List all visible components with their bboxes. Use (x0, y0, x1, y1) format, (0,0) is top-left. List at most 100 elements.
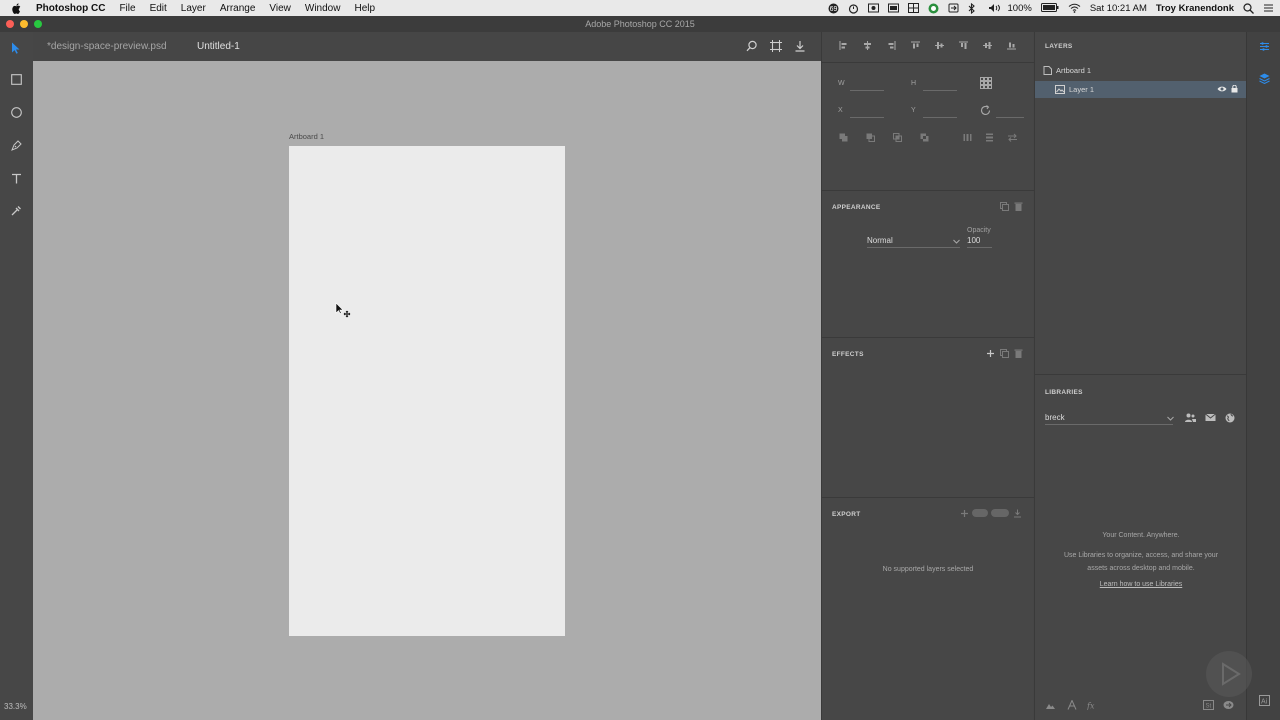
intersect-shapes-icon[interactable] (893, 133, 902, 142)
transform-section: W H X Y (822, 62, 1034, 190)
globe-icon[interactable] (1225, 413, 1235, 423)
chevron-down-icon[interactable] (1166, 414, 1175, 423)
library-select[interactable]: breck (1045, 413, 1065, 422)
menu-app-name[interactable]: Photoshop CC (36, 3, 105, 14)
distribute-middle-icon[interactable] (983, 41, 992, 50)
eyedropper-tool-icon[interactable] (8, 202, 24, 218)
copy-style-icon[interactable] (1000, 202, 1009, 211)
svg-text:fx: fx (1087, 702, 1095, 711)
battery-icon[interactable] (1040, 3, 1059, 13)
layer-name[interactable]: Layer 1 (1069, 85, 1094, 94)
exclude-shapes-icon[interactable] (920, 133, 929, 142)
artboard-label[interactable]: Artboard 1 (289, 132, 324, 141)
subtract-shapes-icon[interactable] (866, 133, 875, 142)
rectangle-tool-icon[interactable] (8, 71, 24, 87)
close-window-button[interactable] (6, 20, 14, 28)
opacity-field[interactable]: 100 (967, 236, 980, 245)
menu-window[interactable]: Window (305, 3, 341, 14)
libraries-panel-icon[interactable]: Ai (1259, 695, 1270, 706)
align-bottom-icon[interactable] (1007, 41, 1016, 50)
add-graphic-icon[interactable] (1045, 700, 1056, 710)
visibility-eye-icon[interactable] (1217, 85, 1227, 94)
volume-icon[interactable] (988, 3, 1000, 13)
learn-libraries-link[interactable]: Learn how to use Libraries (1035, 581, 1247, 588)
lock-icon[interactable] (1231, 85, 1238, 94)
export-download-icon[interactable] (1013, 509, 1022, 518)
layers-title: LAYERS (1045, 43, 1073, 50)
tab-untitled-1[interactable]: Untitled-1 (197, 41, 240, 52)
tab-design-space-preview[interactable]: *design-space-preview.psd (47, 41, 167, 52)
minimize-window-button[interactable] (20, 20, 28, 28)
download-icon[interactable] (794, 40, 807, 53)
align-left-icon[interactable] (839, 41, 848, 50)
wifi-icon[interactable] (1068, 3, 1081, 13)
artboard[interactable] (289, 146, 565, 636)
rotation-field[interactable] (996, 117, 1024, 118)
x-field[interactable] (850, 117, 884, 118)
layer-name[interactable]: Artboard 1 (1056, 66, 1091, 75)
spotlight-search-icon[interactable] (1243, 3, 1254, 14)
swap-icon[interactable] (1007, 133, 1018, 142)
delete-effects-icon[interactable] (1014, 349, 1023, 358)
align-middle-v-icon[interactable] (935, 41, 944, 50)
chevron-down-icon[interactable] (952, 237, 961, 246)
copy-effects-icon[interactable] (1000, 349, 1009, 358)
delete-style-icon[interactable] (1014, 202, 1023, 211)
select-tool-icon[interactable] (8, 40, 24, 56)
zoom-level[interactable]: 33.3% (4, 702, 27, 711)
pen-tool-icon[interactable] (8, 137, 24, 153)
layer-row-artboard-1[interactable]: Artboard 1 (1035, 62, 1247, 79)
menu-view[interactable]: View (269, 3, 291, 14)
align-center-h-icon[interactable] (863, 41, 872, 50)
properties-panel-icon[interactable] (1259, 41, 1270, 52)
y-field[interactable] (923, 117, 957, 118)
align-top-icon[interactable] (911, 41, 920, 50)
sync-icon[interactable] (948, 3, 959, 13)
ellipse-tool-icon[interactable] (8, 104, 24, 120)
grid-icon[interactable] (907, 3, 919, 13)
distribute-vertical-icon[interactable] (985, 133, 994, 142)
chat-icon[interactable] (928, 3, 939, 14)
menu-layer[interactable]: Layer (181, 3, 206, 14)
export-preset-pill-1[interactable] (972, 509, 988, 517)
width-field[interactable] (850, 90, 884, 91)
distribute-top-icon[interactable] (959, 41, 968, 50)
add-export-icon[interactable] (960, 509, 969, 518)
apple-icon[interactable] (12, 2, 22, 14)
user-name[interactable]: Troy Kranendonk (1156, 3, 1234, 14)
blend-mode-select[interactable]: Normal (867, 236, 893, 245)
timer-icon[interactable] (848, 3, 859, 14)
height-field[interactable] (923, 90, 957, 91)
constrain-proportions-icon[interactable] (980, 77, 992, 89)
export-preset-pill-2[interactable] (991, 509, 1009, 517)
window-icon[interactable] (887, 3, 899, 13)
unite-shapes-icon[interactable] (839, 133, 848, 142)
type-tool-icon[interactable] (8, 170, 24, 186)
rotate-icon[interactable] (980, 105, 991, 116)
bluetooth-icon[interactable] (968, 3, 979, 14)
menu-arrange[interactable]: Arrange (220, 3, 256, 14)
canvas-area[interactable]: Artboard 1 (33, 61, 821, 720)
layer-row-layer-1[interactable]: Layer 1 (1035, 81, 1247, 98)
search-icon[interactable] (746, 40, 759, 53)
notification-center-icon[interactable] (1263, 3, 1274, 13)
notification-badge-icon[interactable]: 69 (828, 3, 839, 14)
stock-icon[interactable]: St (1203, 700, 1214, 710)
menu-edit[interactable]: Edit (150, 3, 167, 14)
sync-status-icon[interactable] (1223, 700, 1234, 710)
menu-file[interactable]: File (119, 3, 135, 14)
clock[interactable]: Sat 10:21 AM (1090, 3, 1147, 14)
align-right-icon[interactable] (887, 41, 896, 50)
screenshot-icon[interactable] (867, 3, 879, 13)
artboard-icon[interactable] (770, 40, 783, 53)
add-effect-icon[interactable] (986, 349, 995, 358)
layers-panel-icon[interactable] (1259, 73, 1270, 84)
zoom-window-button[interactable] (34, 20, 42, 28)
menu-help[interactable]: Help (354, 3, 375, 14)
collaborate-icon[interactable] (1185, 413, 1196, 422)
add-character-style-icon[interactable] (1067, 700, 1077, 710)
add-layer-style-icon[interactable]: fx (1087, 700, 1097, 711)
mail-icon[interactable] (1205, 413, 1216, 422)
distribute-horizontal-icon[interactable] (963, 133, 972, 142)
width-label: W (838, 80, 845, 87)
